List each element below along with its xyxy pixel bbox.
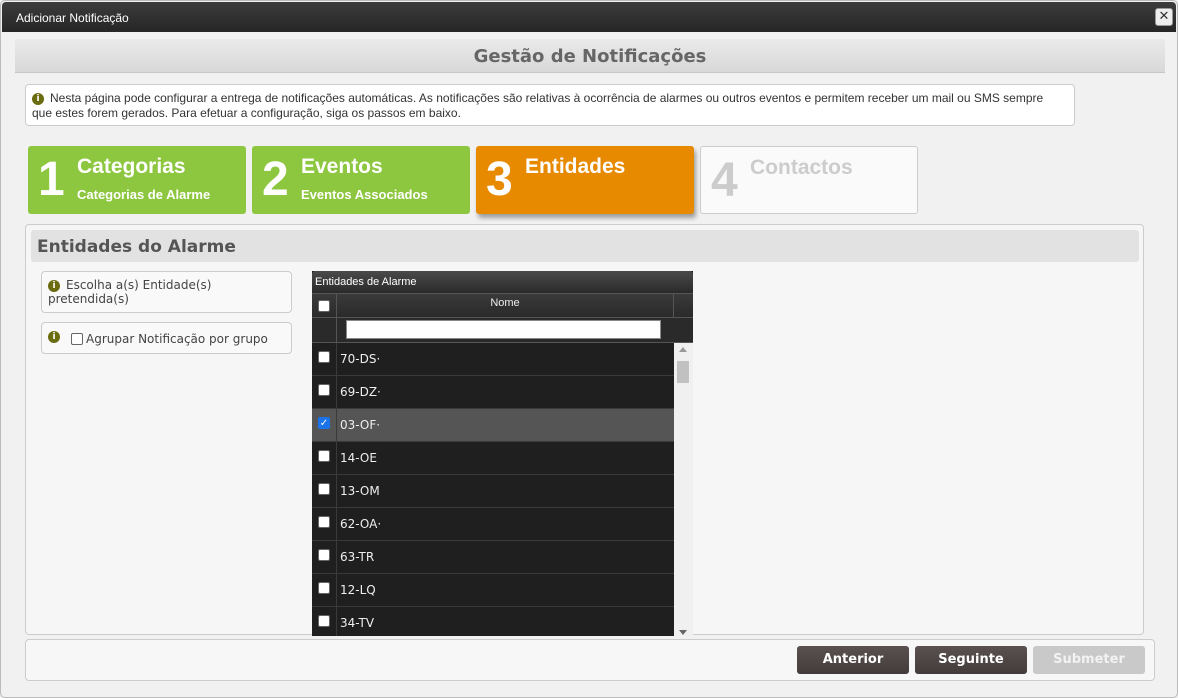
choose-hint-text: Escolha a(s) Entidade(s) pretendida(s) [48, 278, 212, 306]
table-row[interactable]: 03-OF· [312, 409, 674, 442]
page-title-bar: Gestão de Notificações [15, 39, 1165, 73]
step-eventos[interactable]: 2 Eventos Eventos Associados [252, 146, 470, 214]
table-row[interactable]: 12-LQ [312, 574, 674, 607]
entity-name: 63-TR [340, 550, 375, 564]
step-number: 2 [262, 153, 289, 206]
name-filter-input[interactable] [346, 320, 661, 339]
info-text: Nesta página pode configurar a entrega d… [32, 91, 1044, 120]
scroll-up-arrow-icon[interactable] [679, 347, 687, 352]
info-icon: i [48, 331, 60, 343]
row-checkbox[interactable] [318, 384, 330, 396]
panel-header: Entidades do Alarme [31, 230, 1139, 262]
dialog-title: Adicionar Notificação [16, 11, 129, 25]
row-checkbox[interactable] [318, 549, 330, 561]
step-number: 4 [711, 154, 738, 207]
column-header-nome[interactable]: Nome [337, 294, 674, 318]
step-label: Contactos [750, 156, 853, 179]
row-checkbox[interactable] [318, 417, 330, 429]
grid-title: Entidades de Alarme [315, 276, 417, 288]
info-box: i Nesta página pode configurar a entrega … [25, 84, 1075, 126]
group-option-box: i Agrupar Notificação por grupo [41, 322, 292, 354]
table-row[interactable]: 63-TR [312, 541, 674, 574]
row-checkbox[interactable] [318, 351, 330, 363]
table-row[interactable]: 69-DZ· [312, 376, 674, 409]
grid-title-bar: Entidades de Alarme [312, 271, 693, 293]
entity-name: 12-LQ [340, 583, 376, 597]
grid-scrollbar[interactable] [674, 343, 693, 636]
entity-name: 13-OM [340, 484, 380, 498]
choose-hint-box: i Escolha a(s) Entidade(s) pretendida(s) [41, 271, 292, 313]
step-number: 1 [38, 153, 65, 206]
row-checkbox[interactable] [318, 516, 330, 528]
submit-button[interactable]: Submeter [1033, 646, 1145, 674]
step-label: Categorias [77, 155, 186, 178]
step-label: Entidades [525, 155, 626, 178]
info-icon: i [32, 93, 44, 105]
step-sublabel: Categorias de Alarme [77, 187, 211, 202]
entity-name: 62-OA· [340, 517, 382, 531]
entity-name: 69-DZ· [340, 385, 381, 399]
entities-panel: Entidades do Alarme i Escolha a(s) Entida… [25, 224, 1144, 636]
notification-dialog: Adicionar Notificação ✕ Gestão de Notifi… [0, 0, 1178, 698]
grid-body: 70-DS· 69-DZ· 03-OF· 14-OE 13-OM 62-OA· 63-TR… [312, 343, 674, 636]
group-notification-checkbox[interactable] [71, 333, 83, 345]
row-checkbox[interactable] [318, 450, 330, 462]
scroll-down-arrow-icon[interactable] [679, 630, 687, 635]
table-row[interactable]: 62-OA· [312, 508, 674, 541]
dialog-footer: Anterior Seguinte Submeter [25, 639, 1155, 681]
table-row[interactable]: 70-DS· [312, 343, 674, 376]
row-checkbox[interactable] [318, 582, 330, 594]
info-icon: i [48, 280, 60, 292]
step-categorias[interactable]: 1 Categorias Categorias de Alarme [28, 146, 246, 214]
entity-name: 34-TV [340, 616, 375, 630]
scroll-thumb[interactable] [677, 361, 689, 383]
page-title: Gestão de Notificações [473, 46, 707, 67]
group-notification-label[interactable]: Agrupar Notificação por grupo [86, 332, 268, 346]
table-row[interactable]: 14-OE [312, 442, 674, 475]
step-entidades[interactable]: 3 Entidades [476, 146, 694, 214]
entity-name: 70-DS· [340, 352, 381, 366]
row-checkbox[interactable] [318, 483, 330, 495]
step-sublabel: Eventos Associados [301, 187, 428, 202]
entities-grid: Entidades de Alarme Nome 70-DS· 69-DZ· 03-… [312, 271, 693, 636]
previous-button[interactable]: Anterior [797, 646, 909, 674]
panel-title: Entidades do Alarme [37, 237, 236, 257]
select-all-checkbox[interactable] [318, 300, 330, 312]
entity-name: 14-OE [340, 451, 377, 465]
step-number: 3 [486, 153, 513, 206]
grid-header-row: Nome [312, 293, 693, 318]
table-row[interactable]: 13-OM [312, 475, 674, 508]
row-checkbox[interactable] [318, 615, 330, 627]
grid-filter-row [312, 318, 693, 343]
entity-name: 03-OF· [340, 418, 381, 432]
table-row[interactable]: 34-TV [312, 607, 674, 636]
next-button[interactable]: Seguinte [915, 646, 1027, 674]
dialog-titlebar[interactable]: Adicionar Notificação ✕ [2, 2, 1176, 32]
step-contactos[interactable]: 4 Contactos [700, 146, 918, 214]
close-icon[interactable]: ✕ [1155, 8, 1173, 26]
step-label: Eventos [301, 155, 383, 178]
